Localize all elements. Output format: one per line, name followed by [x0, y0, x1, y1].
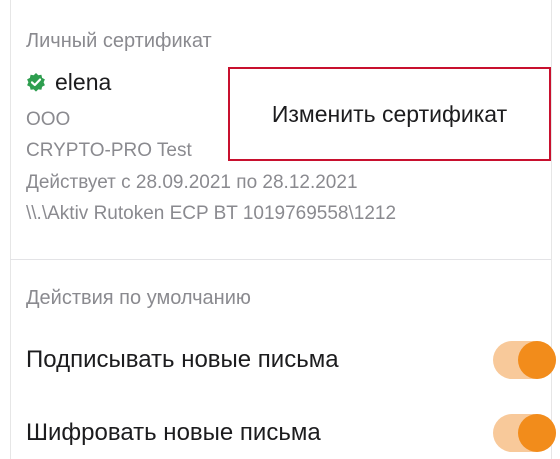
certificate-name-row: elena [26, 67, 111, 97]
encrypt-new-emails-label: Шифровать новые письма [26, 419, 321, 446]
certificate-section-heading: Личный сертификат [26, 30, 212, 52]
certificate-organization: ООО [26, 109, 71, 130]
certificate-owner-name: elena [55, 68, 112, 95]
change-certificate-button[interactable]: Изменить сертификат [228, 67, 551, 161]
sign-new-emails-label: Подписывать новые письма [26, 346, 339, 373]
certificate-issuer: CRYPTO-PRO Test [26, 140, 192, 161]
check-badge-icon [26, 72, 46, 92]
certificate-validity: Действует с 28.09.2021 по 28.12.2021 [26, 172, 358, 193]
defaults-section-heading: Действия по умолчанию [26, 287, 251, 309]
left-edge [10, 0, 11, 459]
settings-screen: Личный сертификат elena ООО CRYPTO-PRO T… [0, 0, 560, 459]
toggle-knob [518, 414, 556, 452]
sign-new-emails-row: Подписывать новые письма [26, 338, 556, 382]
toggle-knob [518, 341, 556, 379]
certificate-container-path: \\.\Aktiv Rutoken ECP BT 1019769558\1212 [26, 203, 397, 224]
right-edge [551, 0, 552, 459]
section-divider [10, 259, 551, 260]
encrypt-new-emails-row: Шифровать новые письма [26, 411, 556, 455]
change-certificate-label: Изменить сертификат [271, 100, 508, 127]
encrypt-new-emails-toggle[interactable] [493, 414, 556, 452]
sign-new-emails-toggle[interactable] [493, 341, 556, 379]
